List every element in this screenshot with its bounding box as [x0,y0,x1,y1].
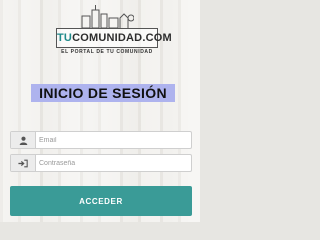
password-input[interactable] [37,155,191,171]
login-button[interactable]: ACCEDER [10,186,192,216]
logo-brand-tu: TU [57,32,73,44]
email-field-group [10,131,192,149]
sign-in-icon [11,155,36,171]
page-title: INICIO DE SESIÓN [31,84,175,102]
user-icon [11,132,36,148]
logo-brand-rest: COMUNIDAD.COM [72,32,172,44]
logo-tagline: EL PORTAL DE TU COMUNIDAD [61,49,153,55]
site-logo[interactable]: TUCOMUNIDAD.COM EL PORTAL DE TU COMUNIDA… [56,4,172,60]
city-skyline-icon [81,5,134,29]
password-field-group [10,154,192,172]
logo-wordmark: TUCOMUNIDAD.COM [56,28,172,48]
email-input[interactable] [37,132,191,148]
